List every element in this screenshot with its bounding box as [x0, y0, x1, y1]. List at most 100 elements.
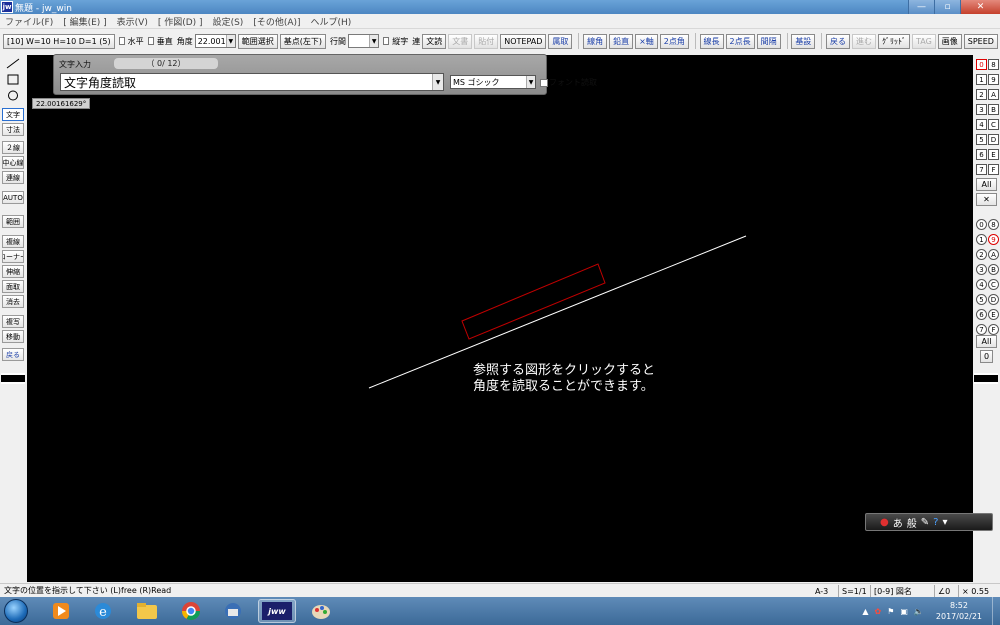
menu-file[interactable]: ファイル(F) [0, 15, 58, 28]
text-read-button[interactable]: 文読 [422, 33, 447, 49]
image-button[interactable]: 画像 [937, 33, 962, 49]
volume-icon[interactable]: 🔈 [914, 607, 924, 616]
attribute-pick-button[interactable]: 属取 [548, 33, 573, 49]
speed-button[interactable]: SPEED [963, 33, 998, 49]
menu-draw[interactable]: [ 作図(D) ] [153, 15, 208, 28]
layer-8[interactable]: 8 [988, 219, 999, 230]
font-select[interactable]: MS ゴシック ▼ [450, 75, 536, 89]
layer-group-4[interactable]: 4 [976, 119, 987, 130]
angle-status[interactable]: ∠0 [934, 585, 953, 597]
chevron-down-icon[interactable]: ▼ [432, 74, 443, 90]
layer-group-8[interactable]: 8 [988, 59, 999, 70]
layer-9[interactable]: 9 [988, 234, 999, 245]
show-desktop-button[interactable] [992, 597, 1000, 625]
layer-0[interactable]: 0 [976, 219, 987, 230]
tool-auto[interactable]: AUTO [2, 191, 24, 204]
rectangle-icon[interactable] [4, 73, 22, 86]
network-icon[interactable]: ▣ [900, 607, 908, 616]
tool-double-line[interactable]: ２線 [2, 141, 24, 154]
layer-group-7[interactable]: 7 [976, 164, 987, 175]
font-read-option[interactable]: フォント読取 [538, 77, 597, 88]
layer-group-0[interactable]: 0 [976, 59, 987, 70]
menu-settings[interactable]: 設定(S) [208, 15, 249, 28]
layer-e[interactable]: E [988, 309, 999, 320]
layer-group-5[interactable]: 5 [976, 134, 987, 145]
paste-button[interactable]: 貼付 [474, 33, 499, 49]
thunderbird-icon[interactable] [214, 599, 252, 623]
layer-group-3[interactable]: 3 [976, 104, 987, 115]
paint-icon[interactable] [302, 599, 340, 623]
layer-group-c[interactable]: C [988, 119, 999, 130]
tool-erase[interactable]: 消去 [2, 295, 24, 308]
layer-c[interactable]: C [988, 279, 999, 290]
font-read-checkbox[interactable] [540, 78, 548, 87]
tag-button[interactable]: TAG [911, 33, 936, 49]
vertical-checkbox[interactable] [147, 37, 154, 45]
layer-group-1[interactable]: 1 [976, 74, 987, 85]
layer-3[interactable]: 3 [976, 264, 987, 275]
menu-edit[interactable]: [ 編集(E) ] [58, 15, 111, 28]
spacing-button[interactable]: 間隔 [756, 33, 781, 49]
tool-text[interactable]: 文字 [2, 108, 24, 121]
tool-offset-line[interactable]: 複線 [2, 235, 24, 248]
layer-2[interactable]: 2 [976, 249, 987, 260]
ime-status-icon[interactable]: ● [880, 517, 889, 528]
chevron-down-icon[interactable]: ▼ [526, 76, 535, 88]
tool-dimension[interactable]: 寸法 [2, 123, 24, 136]
layer-group-d[interactable]: D [988, 134, 999, 145]
drawing-scale[interactable]: S=1/1 [838, 585, 870, 597]
close-button[interactable]: ✕ [960, 0, 1000, 14]
tool-copy[interactable]: 複写 [2, 315, 24, 328]
start-button[interactable] [4, 599, 28, 623]
layer-group-b[interactable]: B [988, 104, 999, 115]
media-player-icon[interactable] [42, 599, 80, 623]
tool-corner[interactable]: コーナー [2, 250, 24, 263]
adobe-tray-icon[interactable]: ✿ [874, 607, 881, 616]
line-type-indicator[interactable] [1, 373, 25, 384]
tool-continuous-line[interactable]: 連線 [2, 171, 24, 184]
paper-size[interactable]: A-3 [812, 585, 831, 597]
x-axis-button[interactable]: ×軸 [635, 33, 658, 49]
menu-other[interactable]: [その他(A)] [248, 15, 305, 28]
layer-group-9[interactable]: 9 [988, 74, 999, 85]
tool-undo[interactable]: 戻る [2, 348, 24, 361]
layer-d[interactable]: D [988, 294, 999, 305]
tool-chamfer[interactable]: 面取 [2, 280, 24, 293]
chevron-down-icon[interactable]: ▼ [369, 35, 379, 47]
line-angle-button[interactable]: 線角 [583, 33, 608, 49]
layer-zero-button[interactable]: 0 [980, 350, 993, 363]
layer-5[interactable]: 5 [976, 294, 987, 305]
horizontal-checkbox[interactable] [118, 37, 125, 45]
ime-mode-general[interactable]: 般 [907, 515, 917, 530]
layer-f[interactable]: F [988, 324, 999, 335]
vertical-text-checkbox[interactable] [383, 37, 390, 45]
layer-7[interactable]: 7 [976, 324, 987, 335]
text-write-button[interactable]: 文書 [448, 33, 473, 49]
plumb-button[interactable]: 鉛直 [609, 33, 634, 49]
layer-4[interactable]: 4 [976, 279, 987, 290]
two-point-length-button[interactable]: 2点長 [725, 33, 755, 49]
base-setting-button[interactable]: 基設 [791, 33, 816, 49]
forward-button[interactable]: 進む [851, 33, 876, 49]
layer-indicator[interactable] [974, 373, 998, 384]
ime-options-icon[interactable]: ▾ [942, 517, 947, 528]
flag-icon[interactable]: ⚑ [887, 607, 894, 616]
ie-icon[interactable]: e [84, 599, 122, 623]
layer-group-2[interactable]: 2 [976, 89, 987, 100]
drawing-text[interactable]: 参照する図形をクリックすると 角度を読取ることができます。 [473, 363, 655, 395]
clock[interactable]: 8:52 2017/02/21 [936, 600, 982, 622]
layer-group-cross-button[interactable]: ✕ [976, 193, 997, 206]
chevron-down-icon[interactable]: ▼ [225, 35, 235, 47]
menu-help[interactable]: ヘルプ(H) [306, 15, 357, 28]
line-icon[interactable] [4, 57, 22, 70]
ime-mode-hiragana[interactable]: あ [893, 515, 903, 530]
menu-view[interactable]: 表示(V) [112, 15, 153, 28]
tool-stretch[interactable]: 伸縮 [2, 265, 24, 278]
text-input-field[interactable]: 文字角度読取 ▼ [60, 73, 444, 91]
circle-icon[interactable] [4, 89, 22, 102]
line-length-button[interactable]: 線長 [699, 33, 724, 49]
base-point-button[interactable]: 基点(左下) [279, 33, 327, 49]
layer-group-e[interactable]: E [988, 149, 999, 160]
notepad-button[interactable]: NOTEPAD [500, 33, 547, 49]
layer-group-name[interactable]: [0-9] 図名 [870, 585, 915, 597]
